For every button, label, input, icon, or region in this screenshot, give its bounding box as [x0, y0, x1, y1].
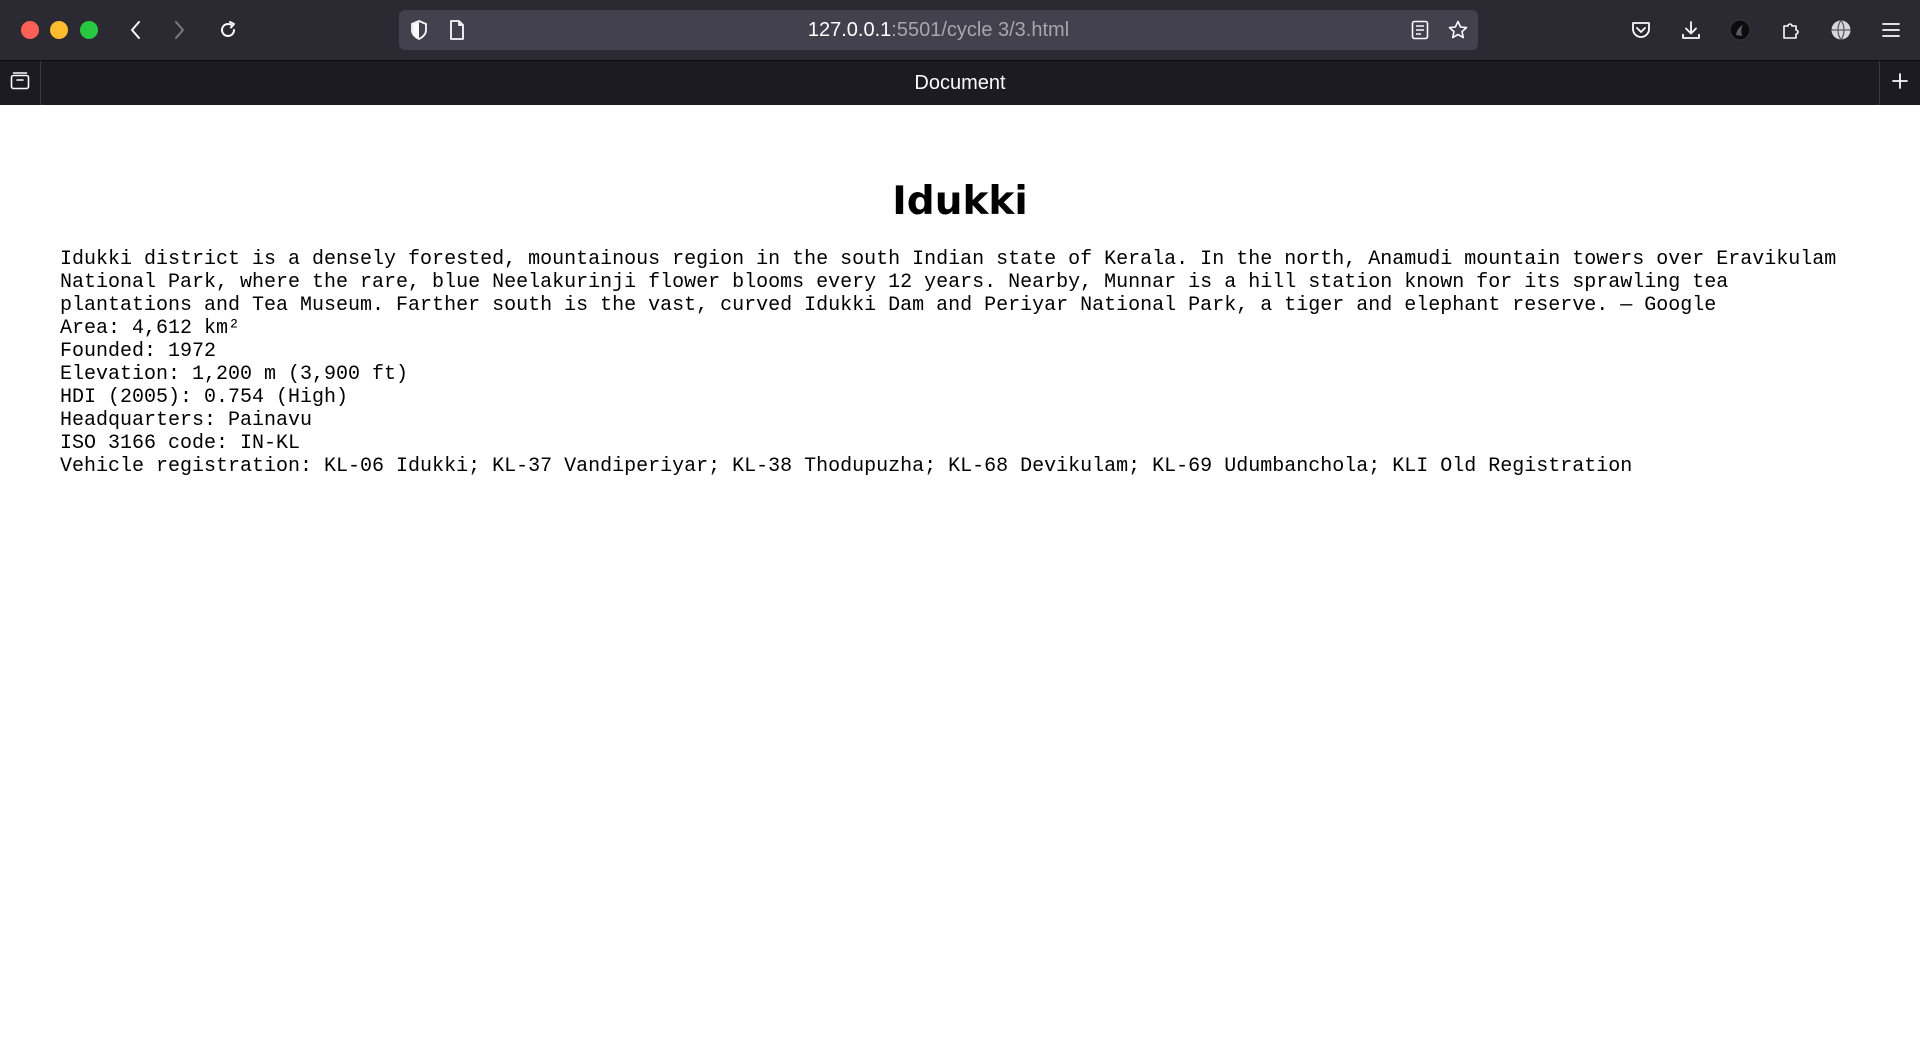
- fact-vehicle-registration: Vehicle registration: KL-06 Idukki; KL-3…: [60, 455, 1633, 478]
- page-title: Idukki: [892, 179, 1028, 224]
- close-window-button[interactable]: [21, 21, 39, 39]
- account-avatar-icon[interactable]: [1725, 15, 1755, 45]
- reader-view-icon[interactable]: [1408, 18, 1432, 42]
- downloads-icon[interactable]: [1676, 15, 1706, 45]
- chevron-left-icon: [129, 20, 143, 40]
- url-host: 127.0.0.1: [807, 19, 892, 41]
- url-path: :5501/cycle 3/3.html: [891, 19, 1070, 41]
- tab-strip: Document: [0, 60, 1920, 105]
- url-text: 127.0.0.1:5501/cycle 3/3.html: [399, 10, 1478, 50]
- firefox-view-button[interactable]: [0, 61, 41, 105]
- fact-founded: Founded: 1972: [60, 340, 217, 363]
- description-paragraph: Idukki district is a densely forested, m…: [60, 248, 1837, 317]
- reload-icon: [218, 20, 238, 40]
- new-tab-button[interactable]: [1879, 61, 1920, 105]
- plus-icon: [1891, 72, 1909, 95]
- minimize-window-button[interactable]: [50, 21, 68, 39]
- fact-headquarters: Headquarters: Painavu: [60, 409, 313, 432]
- firefox-view-icon: [10, 71, 30, 95]
- back-button[interactable]: [121, 15, 151, 45]
- district-info: Idukki district is a densely forested, m…: [60, 248, 1860, 478]
- tab-document[interactable]: Document: [41, 61, 1879, 105]
- fact-area: Area: 4,612 km²: [60, 317, 241, 340]
- bookmark-star-icon[interactable]: [1446, 18, 1470, 42]
- url-bar[interactable]: 127.0.0.1:5501/cycle 3/3.html: [399, 10, 1478, 50]
- reload-button[interactable]: [213, 15, 243, 45]
- globe-extension-icon[interactable]: [1826, 15, 1856, 45]
- maximize-window-button[interactable]: [80, 21, 98, 39]
- fact-elevation: Elevation: 1,200 m (3,900 ft): [60, 363, 409, 386]
- browser-toolbar: 127.0.0.1:5501/cycle 3/3.html: [0, 0, 1920, 60]
- extensions-puzzle-icon[interactable]: [1776, 15, 1806, 45]
- hamburger-menu-icon[interactable]: [1876, 15, 1906, 45]
- pocket-icon[interactable]: [1626, 15, 1656, 45]
- forward-button[interactable]: [164, 15, 194, 45]
- chevron-right-icon: [172, 20, 186, 40]
- fact-hdi: HDI (2005): 0.754 (High): [60, 386, 349, 409]
- fact-iso-code: ISO 3166 code: IN-KL: [60, 432, 301, 455]
- page-content: Idukki Idukki district is a densely fore…: [0, 105, 1920, 478]
